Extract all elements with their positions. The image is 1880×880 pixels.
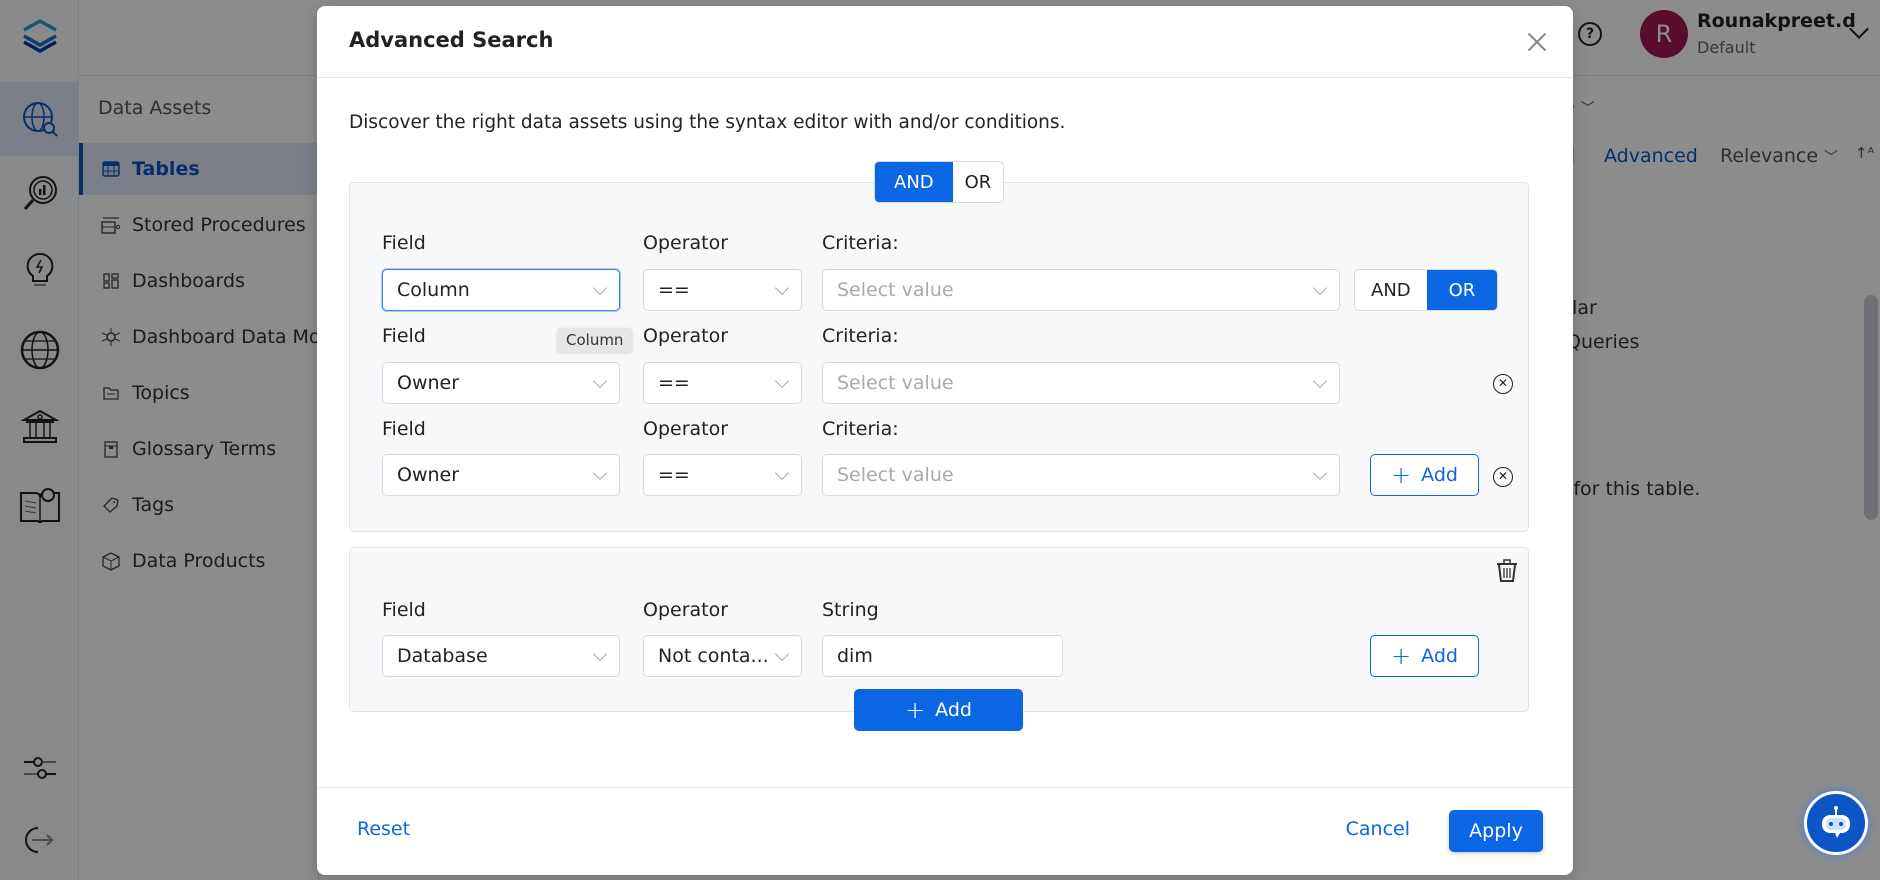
chevron-down-icon	[1312, 280, 1328, 296]
criteria-label: Criteria:	[822, 325, 899, 347]
apply-button[interactable]: Apply	[1449, 810, 1543, 852]
field-select[interactable]: Owner	[382, 454, 620, 496]
string-value-input[interactable]	[822, 635, 1063, 677]
add-label: Add	[1421, 645, 1458, 667]
criteria-select[interactable]: Select value	[822, 454, 1340, 496]
field-select[interactable]: Owner	[382, 362, 620, 404]
criteria-select[interactable]: Select value	[822, 362, 1340, 404]
add-label: Add	[1421, 464, 1458, 486]
close-icon[interactable]	[1525, 30, 1549, 54]
remove-rule-icon[interactable]: ✕	[1493, 467, 1513, 487]
group-combinator-toggle: AND OR	[1354, 269, 1499, 311]
condition-group-1: Field Operator Criteria: Column == Selec…	[349, 182, 1529, 532]
modal-description: Discover the right data assets using the…	[349, 112, 1066, 133]
add-group-button[interactable]: + Add	[854, 689, 1023, 731]
criteria-placeholder: Select value	[837, 372, 954, 394]
combinator-or-option[interactable]: OR	[1426, 270, 1498, 310]
top-combinator-toggle: AND OR	[874, 161, 1005, 203]
field-tooltip: Column	[557, 328, 633, 352]
modal-header: Advanced Search	[317, 6, 1573, 78]
ai-assistant-button[interactable]	[1804, 791, 1868, 855]
string-label: String	[822, 599, 879, 621]
criteria-label: Criteria:	[822, 232, 899, 254]
combinator-or-option[interactable]: OR	[953, 162, 1004, 202]
criteria-label: Criteria:	[822, 418, 899, 440]
add-label: Add	[935, 699, 972, 721]
field-label: Field	[382, 232, 426, 254]
modal-footer: Reset Cancel Apply	[317, 787, 1573, 875]
add-rule-button[interactable]: + Add	[1370, 454, 1479, 496]
combinator-and-option[interactable]: AND	[1355, 270, 1427, 310]
operator-label: Operator	[643, 418, 729, 440]
add-rule-button[interactable]: + Add	[1370, 635, 1479, 677]
field-value: Column	[397, 279, 470, 301]
criteria-select[interactable]: Select value	[822, 269, 1340, 311]
field-label: Field	[382, 599, 426, 621]
advanced-search-modal: Advanced Search Discover the right data …	[317, 6, 1573, 875]
field-select[interactable]: Database	[382, 635, 620, 677]
field-label: Field	[382, 418, 426, 440]
operator-label: Operator	[643, 232, 729, 254]
plus-icon: +	[1391, 461, 1412, 489]
chevron-down-icon	[774, 280, 790, 296]
criteria-placeholder: Select value	[837, 464, 954, 486]
operator-select[interactable]: Not conta...	[643, 635, 802, 677]
plus-icon: +	[905, 696, 926, 724]
operator-value: ==	[658, 279, 690, 301]
operator-select[interactable]: ==	[643, 362, 802, 404]
operator-value: Not conta...	[658, 645, 769, 667]
operator-value: ==	[658, 464, 690, 486]
field-select[interactable]: Column	[382, 269, 620, 311]
combinator-and-option[interactable]: AND	[875, 162, 953, 202]
chevron-down-icon	[592, 373, 608, 389]
operator-select[interactable]: ==	[643, 269, 802, 311]
operator-value: ==	[658, 372, 690, 394]
chevron-down-icon	[1312, 465, 1328, 481]
criteria-placeholder: Select value	[837, 279, 954, 301]
chevron-down-icon	[1312, 373, 1328, 389]
cancel-button[interactable]: Cancel	[1346, 818, 1410, 840]
operator-label: Operator	[643, 325, 729, 347]
field-value: Database	[397, 645, 488, 667]
field-value: Owner	[397, 372, 460, 394]
chevron-down-icon	[774, 373, 790, 389]
chevron-down-icon	[774, 646, 790, 662]
condition-group-2: Field Operator String Database Not conta…	[349, 547, 1529, 712]
field-label: Field	[382, 325, 426, 347]
chevron-down-icon	[592, 280, 608, 296]
remove-rule-icon[interactable]: ✕	[1493, 374, 1513, 394]
reset-button[interactable]: Reset	[357, 818, 410, 840]
chevron-down-icon	[774, 465, 790, 481]
operator-label: Operator	[643, 599, 729, 621]
field-value: Owner	[397, 464, 460, 486]
chevron-down-icon	[592, 465, 608, 481]
chevron-down-icon	[592, 646, 608, 662]
modal-title: Advanced Search	[349, 28, 554, 52]
robot-icon	[1822, 806, 1850, 838]
operator-select[interactable]: ==	[643, 454, 802, 496]
delete-group-icon[interactable]	[1496, 559, 1518, 583]
plus-icon: +	[1391, 642, 1412, 670]
